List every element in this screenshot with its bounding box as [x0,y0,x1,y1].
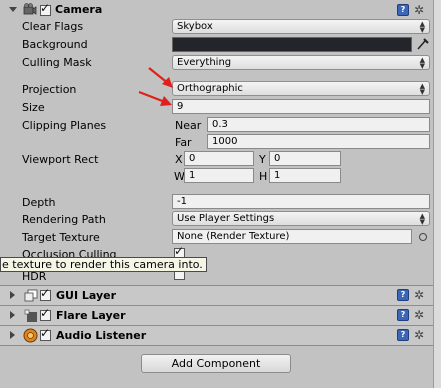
viewport-y-input[interactable]: 0 [269,151,341,166]
far-input[interactable]: 1000 [207,134,430,149]
viewport-x-label: X [175,153,183,166]
near-input[interactable]: 0.3 [207,117,430,132]
culling-mask-label: Culling Mask [22,56,92,69]
gui-layer-header[interactable]: ✓ GUI Layer ? ✲ [0,286,433,305]
checkmark-icon: ✓ [40,326,51,340]
flare-layer-title: Flare Layer [56,309,126,322]
depth-input[interactable]: -1 [172,194,430,209]
camera-title: Camera [55,3,103,16]
foldout-collapsed-icon[interactable] [10,291,15,299]
gui-layer-title: GUI Layer [56,289,117,302]
rendering-path-label: Rendering Path [22,213,106,226]
flare-layer-icon [24,309,38,322]
projection-dropdown[interactable]: Orthographic ▲ ▼ [172,81,430,96]
camera-header[interactable]: ✓ Camera ? ✲ [0,2,433,18]
projection-value: Orthographic [177,83,243,94]
help-icon[interactable]: ? [397,309,409,321]
help-icon[interactable]: ? [397,4,409,16]
camera-enabled-checkbox[interactable]: ✓ [40,1,51,16]
viewport-h-label: H [259,170,268,183]
rendering-path-value: Use Player Settings [177,213,275,224]
clear-flags-value: Skybox [177,21,213,32]
viewport-rect-label: Viewport Rect [22,153,99,166]
annotation-arrow-icon [138,90,172,106]
dropdown-arrows-icon: ▲ ▼ [419,20,425,34]
depth-label: Depth [22,196,56,209]
target-texture-label: Target Texture [22,231,100,244]
inspector-panel: ✓ Camera ? ✲ Clear Flags Skybox ▲ ▼ Backg… [0,0,441,388]
viewport-w-input[interactable]: 1 [184,168,254,183]
help-icon[interactable]: ? [397,329,409,341]
checkmark-icon: ✓ [40,286,51,300]
flare-layer-enabled-checkbox[interactable]: ✓ [40,306,51,321]
camera-icon [23,3,37,16]
viewport-h-input[interactable]: 1 [269,168,341,183]
culling-mask-value: Everything [177,57,232,68]
size-label: Size [22,101,45,114]
gui-layer-enabled-checkbox[interactable]: ✓ [40,286,51,301]
projection-label: Projection [22,83,77,96]
dropdown-arrows-icon: ▲ ▼ [419,56,425,70]
flare-layer-header[interactable]: ✓ Flare Layer ? ✲ [0,306,433,325]
dropdown-arrows-icon: ▲ ▼ [419,212,425,226]
tooltip: e texture to render this camera into. [0,257,207,272]
foldout-collapsed-icon[interactable] [10,311,15,319]
checkmark-icon: ✓ [174,244,185,258]
audio-listener-title: Audio Listener [56,329,147,342]
scrollbar-track[interactable] [433,0,441,388]
occlusion-culling-label: Occlusion Culling [22,248,117,257]
gear-icon[interactable]: ✲ [414,289,424,301]
foldout-collapsed-icon[interactable] [10,331,15,339]
annotation-arrow-icon [148,67,173,88]
gui-layer-icon [24,289,38,302]
viewport-x-input[interactable]: 0 [184,151,254,166]
clear-flags-dropdown[interactable]: Skybox ▲ ▼ [172,19,430,34]
dropdown-arrows-icon: ▲ ▼ [419,82,425,96]
size-input[interactable]: 9 [172,99,430,114]
audio-listener-icon [23,328,38,343]
object-picker-icon[interactable] [419,233,427,241]
near-label: Near [175,119,202,132]
clipping-planes-label: Clipping Planes [22,119,107,132]
checkmark-icon: ✓ [40,306,51,320]
foldout-expanded-icon[interactable] [9,7,17,12]
viewport-y-label: Y [259,153,266,166]
gear-icon[interactable]: ✲ [414,329,424,341]
clear-flags-label: Clear Flags [22,20,84,33]
rendering-path-dropdown[interactable]: Use Player Settings ▲ ▼ [172,211,430,226]
background-color-swatch[interactable] [172,37,412,52]
culling-mask-dropdown[interactable]: Everything ▲ ▼ [172,55,430,70]
add-component-button[interactable]: Add Component [141,354,291,373]
target-texture-field[interactable]: None (Render Texture) [172,229,412,244]
checkmark-icon: ✓ [40,1,51,15]
gear-icon[interactable]: ✲ [414,309,424,321]
audio-listener-header[interactable]: ✓ Audio Listener ? ✲ [0,326,433,345]
eyedropper-icon[interactable] [416,36,430,54]
background-label: Background [22,38,88,51]
component-separator [0,345,433,346]
gear-icon[interactable]: ✲ [414,4,424,16]
far-label: Far [175,136,192,149]
help-icon[interactable]: ? [397,289,409,301]
audio-listener-enabled-checkbox[interactable]: ✓ [40,326,51,341]
